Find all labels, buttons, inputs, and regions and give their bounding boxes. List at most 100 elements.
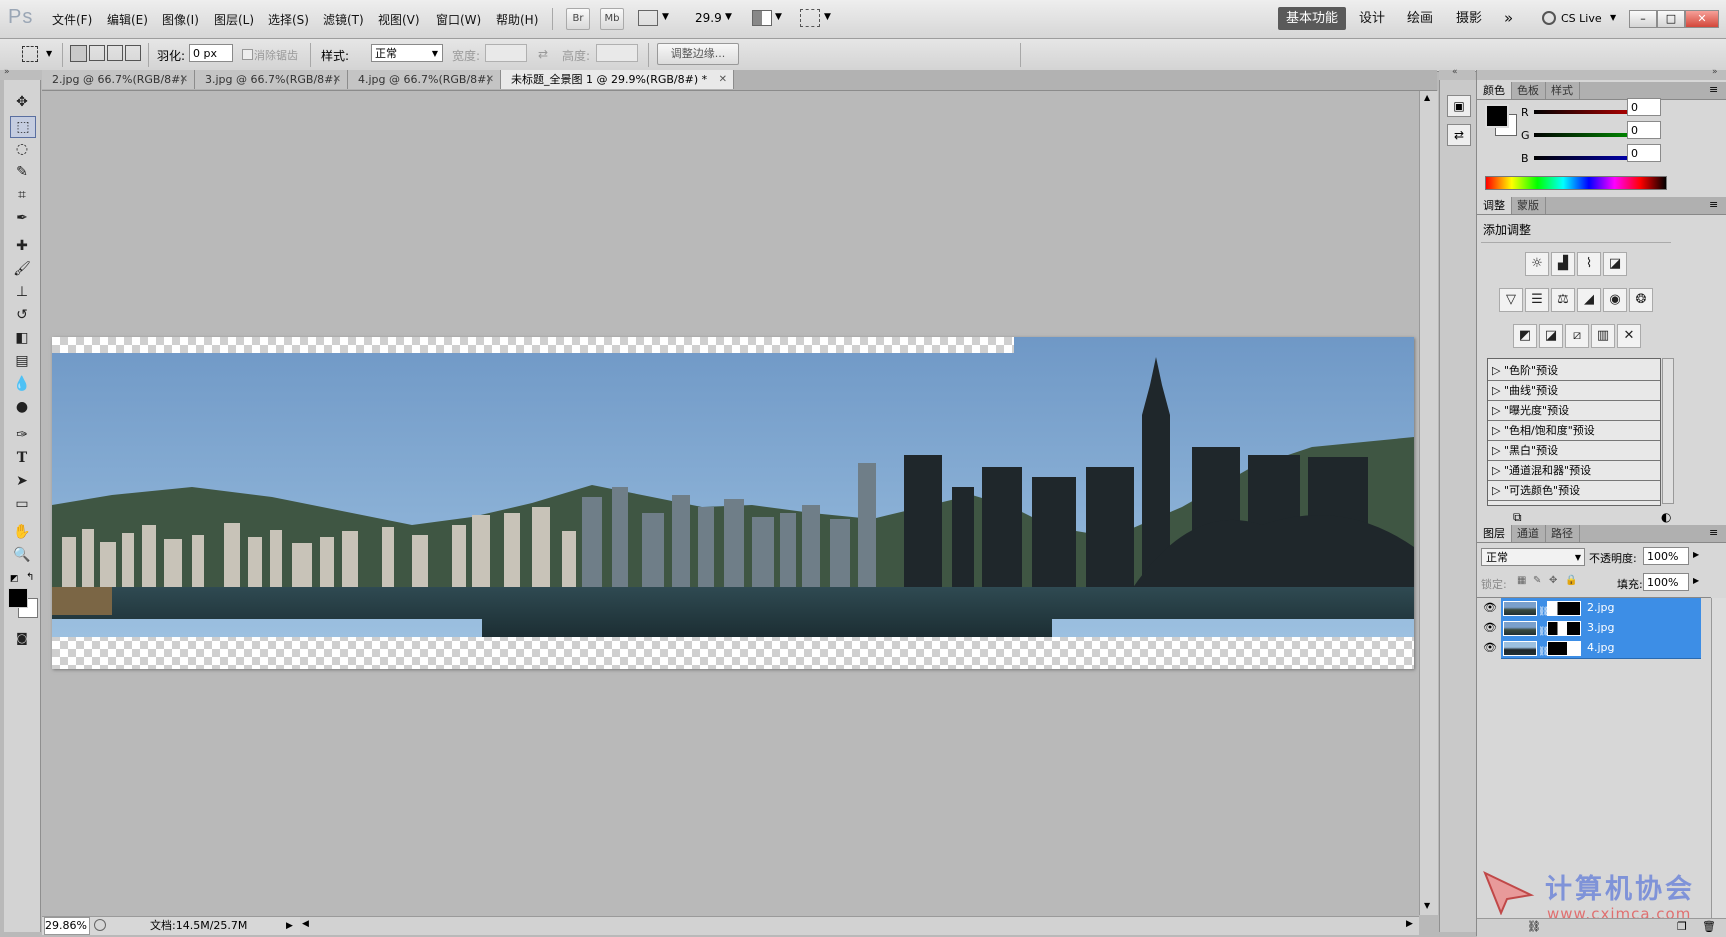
status-menu-arrow-icon[interactable]: ▶ xyxy=(286,917,293,935)
blur-tool-icon[interactable]: 💧 xyxy=(10,374,34,394)
history-brush-tool-icon[interactable]: ↺ xyxy=(10,305,34,325)
preset-curves[interactable]: ▷ "曲线"预设 xyxy=(1488,381,1660,401)
fill-arrow-icon[interactable]: ▶ xyxy=(1693,576,1699,585)
eraser-tool-icon[interactable]: ◧ xyxy=(10,328,34,348)
chevron-down-icon[interactable]: ▼ xyxy=(775,12,782,22)
preset-black-white[interactable]: ▷ "黑白"预设 xyxy=(1488,441,1660,461)
type-tool-icon[interactable]: T xyxy=(10,448,34,468)
tab-panorama[interactable]: 未标题_全景图 1 @ 29.9%(RGB/8#) * ✕ xyxy=(501,70,734,89)
menu-window[interactable]: 窗口(W) xyxy=(436,11,481,28)
layer-row-3jpg[interactable]: ⛓ 3.jpg xyxy=(1501,618,1701,639)
menu-select[interactable]: 选择(S) xyxy=(268,11,309,28)
tab-adjustments[interactable]: 调整 xyxy=(1477,197,1512,214)
menu-file[interactable]: 文件(F) xyxy=(52,11,92,28)
arrange-documents-icon[interactable] xyxy=(752,10,772,26)
maximize-button[interactable]: □ xyxy=(1657,10,1685,28)
status-zoom[interactable]: 29.86% xyxy=(44,917,90,935)
chevron-down-icon[interactable]: ▼ xyxy=(46,49,52,58)
zoom-level[interactable]: 29.9 xyxy=(695,11,722,25)
workspace-painting[interactable]: 绘画 xyxy=(1399,7,1441,30)
tab-masks[interactable]: 蒙版 xyxy=(1511,197,1546,214)
brightness-contrast-icon[interactable]: ☼ xyxy=(1525,252,1549,276)
brush-tool-icon[interactable]: 🖌 xyxy=(10,259,34,279)
hue-saturation-icon[interactable]: ☰ xyxy=(1525,288,1549,312)
quick-mask-icon[interactable]: ◙ xyxy=(10,628,34,648)
tab-swatches[interactable]: 色板 xyxy=(1511,82,1546,99)
layer-row-4jpg[interactable]: ⛓ 4.jpg xyxy=(1501,638,1701,659)
default-colors-icon[interactable]: ◩ xyxy=(10,574,19,584)
refine-edge-button[interactable]: 调整边缘... xyxy=(657,43,739,65)
swap-colors-icon[interactable]: ↰ xyxy=(26,572,34,583)
view-extras-icon[interactable] xyxy=(638,10,658,26)
channel-mixer-icon[interactable]: ❂ xyxy=(1629,288,1653,312)
minimize-button[interactable]: – xyxy=(1629,10,1657,28)
layer-visibility-eye-icon[interactable]: 👁 xyxy=(1481,638,1499,658)
antialias-checkbox[interactable] xyxy=(242,49,253,60)
menu-image[interactable]: 图像(I) xyxy=(162,11,199,28)
layer-row-2jpg[interactable]: ⛓ 2.jpg xyxy=(1501,598,1701,619)
channel-g-input[interactable]: 0 xyxy=(1627,121,1661,139)
delete-layer-icon[interactable]: 🗑 xyxy=(1702,920,1716,933)
move-tool-icon[interactable]: ✥ xyxy=(10,92,34,112)
adjust-clip-icon[interactable]: ⧉ xyxy=(1513,510,1522,525)
clone-stamp-tool-icon[interactable]: ⊥ xyxy=(10,282,34,302)
healing-brush-tool-icon[interactable]: ✚ xyxy=(10,236,34,256)
width-input[interactable] xyxy=(485,44,527,62)
preset-channel-mixer[interactable]: ▷ "通道混和器"预设 xyxy=(1488,461,1660,481)
chevron-down-icon[interactable]: ▼ xyxy=(725,12,732,22)
close-tab-icon[interactable]: ✕ xyxy=(486,70,494,89)
tab-styles[interactable]: 样式 xyxy=(1545,82,1580,99)
chevron-down-icon[interactable]: ▼ xyxy=(662,12,669,22)
lock-all-icon[interactable]: 🔒 xyxy=(1565,575,1577,586)
panel-menu-icon[interactable]: ≡ xyxy=(1709,198,1718,211)
foreground-color-swatch[interactable] xyxy=(8,588,28,608)
color-spectrum-bar[interactable] xyxy=(1485,176,1667,190)
tab-3jpg[interactable]: 3.jpg @ 66.7%(RGB/8#) ✕ xyxy=(195,70,348,89)
channel-b-input[interactable]: 0 xyxy=(1627,144,1661,162)
path-selection-tool-icon[interactable]: ➤ xyxy=(10,471,34,491)
adjust-toggle-icon[interactable]: ◐ xyxy=(1661,510,1671,524)
layer-visibility-eye-icon[interactable]: 👁 xyxy=(1481,598,1499,618)
scroll-left-icon[interactable]: ◀ xyxy=(302,919,309,929)
crop-tool-icon[interactable]: ⌗ xyxy=(10,185,34,205)
opacity-input[interactable]: 100% xyxy=(1643,547,1689,565)
new-layer-icon[interactable]: ❐ xyxy=(1677,920,1687,933)
workspace-essentials[interactable]: 基本功能 xyxy=(1278,7,1347,30)
tab-paths[interactable]: 路径 xyxy=(1545,525,1580,542)
menu-layer[interactable]: 图层(L) xyxy=(214,11,254,28)
opacity-arrow-icon[interactable]: ▶ xyxy=(1693,550,1699,559)
subtract-selection-icon[interactable] xyxy=(107,45,123,61)
screen-mode-icon[interactable] xyxy=(800,9,820,27)
quick-selection-tool-icon[interactable]: ✎ xyxy=(10,162,34,182)
tab-2jpg[interactable]: 2.jpg @ 66.7%(RGB/8#) ✕ xyxy=(42,70,195,89)
close-tab-icon[interactable]: ✕ xyxy=(719,70,727,89)
tab-channels[interactable]: 通道 xyxy=(1511,525,1546,542)
close-tab-icon[interactable]: ✕ xyxy=(333,70,341,89)
close-button[interactable]: ✕ xyxy=(1685,10,1719,28)
gradient-map-icon[interactable]: ▥ xyxy=(1591,324,1615,348)
panel-menu-icon[interactable]: ≡ xyxy=(1709,526,1718,539)
color-foreground-swatch[interactable] xyxy=(1485,104,1509,128)
vibrance-icon[interactable]: ▽ xyxy=(1499,288,1523,312)
presets-scrollbar[interactable] xyxy=(1662,358,1674,504)
lock-position-icon[interactable]: ✥ xyxy=(1549,575,1557,586)
status-info-icon[interactable] xyxy=(94,919,106,931)
cslive-icon[interactable] xyxy=(1542,11,1556,25)
height-input[interactable] xyxy=(596,44,638,62)
expand-icon[interactable]: » xyxy=(4,67,10,77)
menu-help[interactable]: 帮助(H) xyxy=(496,11,538,28)
workspace-more-button[interactable]: » xyxy=(1496,7,1521,30)
exposure-icon[interactable]: ◪ xyxy=(1603,252,1627,276)
curves-icon[interactable]: ⌇ xyxy=(1577,252,1601,276)
workspace-design[interactable]: 设计 xyxy=(1351,7,1393,30)
expand-icon[interactable]: » xyxy=(1712,67,1718,77)
levels-icon[interactable]: ▟ xyxy=(1551,252,1575,276)
posterize-icon[interactable]: ◪ xyxy=(1539,324,1563,348)
tab-layers[interactable]: 图层 xyxy=(1477,525,1512,542)
horizontal-scrollbar[interactable]: ◀ ▶ xyxy=(300,916,1419,935)
panel-menu-icon[interactable]: ≡ xyxy=(1709,83,1718,96)
pen-tool-icon[interactable]: ✑ xyxy=(10,425,34,445)
black-white-icon[interactable]: ◢ xyxy=(1577,288,1601,312)
mini-bridge-button[interactable]: Mb xyxy=(600,8,624,30)
marquee-tool-preset-icon[interactable] xyxy=(22,46,38,62)
